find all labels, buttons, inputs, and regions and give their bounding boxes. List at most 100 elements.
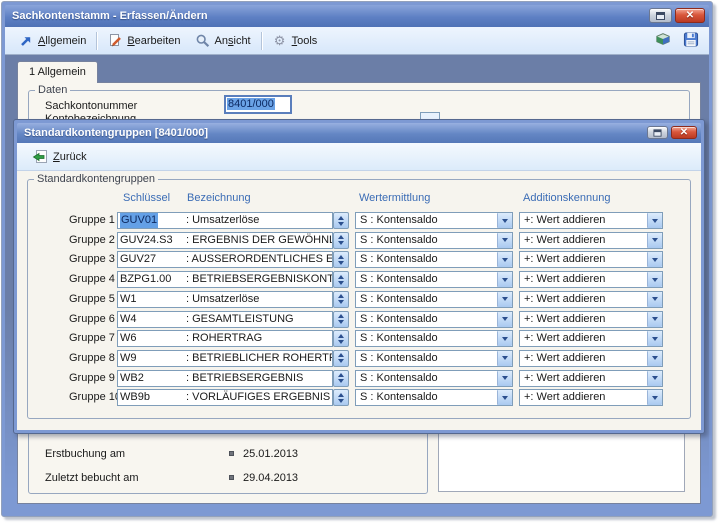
chevron-down-icon: [502, 238, 508, 242]
additionskennung-select[interactable]: +: Wert addieren: [519, 350, 663, 367]
dropdown-arrow-button[interactable]: [497, 351, 512, 366]
additionskennung-select[interactable]: +: Wert addieren: [519, 389, 663, 406]
schluessel-input[interactable]: W4: GESAMTLEISTUNG: [117, 311, 333, 328]
spinner-button[interactable]: [333, 232, 349, 249]
wertermittlung-select[interactable]: S : Kontensaldo: [355, 330, 513, 347]
dropdown-arrow-button[interactable]: [497, 233, 512, 248]
group-row: Gruppe 5W1: UmsatzerlöseS : Kontensaldo+…: [28, 291, 690, 308]
dropdown-arrow-button[interactable]: [647, 312, 662, 327]
dropdown-arrow-button[interactable]: [497, 252, 512, 267]
dropdown-arrow-button[interactable]: [497, 213, 512, 228]
additionskennung-select[interactable]: +: Wert addieren: [519, 311, 663, 328]
wertermittlung-value: S : Kontensaldo: [360, 252, 438, 267]
dropdown-arrow-button[interactable]: [647, 213, 662, 228]
dropdown-arrow-button[interactable]: [497, 312, 512, 327]
additionskennung-select[interactable]: +: Wert addieren: [519, 251, 663, 268]
dropdown-arrow-button[interactable]: [497, 371, 512, 386]
group-row-label: Gruppe 3: [69, 253, 115, 265]
tab-allgemein[interactable]: 1 Allgemein: [17, 61, 98, 83]
additionskennung-select[interactable]: +: Wert addieren: [519, 370, 663, 387]
dropdown-arrow-button[interactable]: [647, 252, 662, 267]
sachkontonummer-value: 8401/000: [227, 98, 275, 110]
wertermittlung-select[interactable]: S : Kontensaldo: [355, 271, 513, 288]
group-row-label: Gruppe 2: [69, 234, 115, 246]
spinner-button[interactable]: [333, 370, 349, 387]
schluessel-value: W6: [120, 331, 137, 346]
dropdown-arrow-button[interactable]: [497, 331, 512, 346]
dropdown-arrow-button[interactable]: [497, 390, 512, 405]
main-titlebar: Sachkontenstamm - Erfassen/Ändern ✕: [5, 5, 709, 27]
spinner-button[interactable]: [333, 330, 349, 347]
additionskennung-select[interactable]: +: Wert addieren: [519, 232, 663, 249]
spinner-button[interactable]: [333, 311, 349, 328]
maximize-button[interactable]: [649, 8, 672, 23]
chevron-down-icon: [652, 297, 658, 301]
dropdown-arrow-button[interactable]: [647, 390, 662, 405]
dropdown-arrow-button[interactable]: [647, 233, 662, 248]
schluessel-input[interactable]: GUV27 : AUSSERORDENTLICHES ERGEBNIS: [117, 251, 333, 268]
schluessel-value: WB2: [120, 371, 144, 386]
dropdown-arrow-button[interactable]: [647, 351, 662, 366]
help-book-icon[interactable]: [655, 31, 671, 47]
wertermittlung-select[interactable]: S : Kontensaldo: [355, 212, 513, 229]
menu-item-allgemein[interactable]: Allgemein: [11, 30, 93, 52]
chevron-down-icon: [652, 238, 658, 242]
chevron-down-icon: [652, 258, 658, 262]
spinner-button[interactable]: [333, 212, 349, 229]
menu-item-bearbeiten[interactable]: Bearbeiten: [100, 30, 187, 52]
menu-bar: Allgemein Bearbeiten Ansicht ⚙ Tools: [5, 27, 709, 55]
close-button[interactable]: ✕: [675, 8, 705, 23]
group-row-label: Gruppe 8: [69, 352, 115, 364]
magnifier-icon: [195, 33, 211, 49]
wertermittlung-select[interactable]: S : Kontensaldo: [355, 291, 513, 308]
chevron-down-icon: [652, 278, 658, 282]
additionskennung-select[interactable]: +: Wert addieren: [519, 271, 663, 288]
spinner-button[interactable]: [333, 350, 349, 367]
wertermittlung-select[interactable]: S : Kontensaldo: [355, 232, 513, 249]
dropdown-arrow-button[interactable]: [647, 292, 662, 307]
additionskennung-select[interactable]: +: Wert addieren: [519, 212, 663, 229]
schluessel-input[interactable]: W1: Umsatzerlöse: [117, 291, 333, 308]
spinner-down-icon: [338, 379, 344, 383]
wertermittlung-select[interactable]: S : Kontensaldo: [355, 350, 513, 367]
sachkontonummer-input[interactable]: 8401/000: [224, 95, 292, 114]
schluessel-input[interactable]: W9: BETRIEBLICHER ROHERTRAG: [117, 350, 333, 367]
schluessel-input[interactable]: GUV01: Umsatzerlöse: [117, 212, 333, 229]
bezeichnung-value: : AUSSERORDENTLICHES ERGEBNIS: [186, 252, 333, 267]
schluessel-input[interactable]: GUV24.S3: ERGEBNIS DER GEWÖHNLICHEN GES: [117, 232, 333, 249]
schluessel-input[interactable]: W6: ROHERTRAG: [117, 330, 333, 347]
dropdown-arrow-button[interactable]: [647, 272, 662, 287]
schluessel-value: GUV27: [120, 252, 156, 267]
wertermittlung-select[interactable]: S : Kontensaldo: [355, 389, 513, 406]
menu-item-tools[interactable]: ⚙ Tools: [265, 30, 325, 52]
spinner-button[interactable]: [333, 389, 349, 406]
window-title: Sachkontenstamm - Erfassen/Ändern: [12, 10, 208, 22]
zurueck-button[interactable]: Zurück: [26, 147, 93, 167]
chevron-down-icon: [502, 297, 508, 301]
wertermittlung-select[interactable]: S : Kontensaldo: [355, 311, 513, 328]
dropdown-arrow-button[interactable]: [647, 371, 662, 386]
dropdown-arrow-button[interactable]: [647, 331, 662, 346]
additionskennung-value: +: Wert addieren: [524, 252, 605, 267]
dialog-close-button[interactable]: ✕: [671, 126, 697, 139]
chevron-down-icon: [502, 258, 508, 262]
wertermittlung-select[interactable]: S : Kontensaldo: [355, 251, 513, 268]
chevron-down-icon: [652, 317, 658, 321]
schluessel-value: GUV01: [120, 213, 158, 228]
spinner-button[interactable]: [333, 251, 349, 268]
additionskennung-select[interactable]: +: Wert addieren: [519, 330, 663, 347]
dropdown-arrow-button[interactable]: [497, 292, 512, 307]
schluessel-input[interactable]: WB2: BETRIEBSERGEBNIS: [117, 370, 333, 387]
bullet-icon: [229, 475, 234, 480]
save-icon[interactable]: [683, 31, 699, 47]
schluessel-input[interactable]: BZPG1.00: BETRIEBSERGEBNISKONTO: [117, 271, 333, 288]
spinner-button[interactable]: [333, 271, 349, 288]
dropdown-arrow-button[interactable]: [497, 272, 512, 287]
wertermittlung-select[interactable]: S : Kontensaldo: [355, 370, 513, 387]
spinner-button[interactable]: [333, 291, 349, 308]
menu-item-ansicht[interactable]: Ansicht: [188, 30, 258, 52]
gears-icon: ⚙: [272, 33, 288, 49]
additionskennung-select[interactable]: +: Wert addieren: [519, 291, 663, 308]
schluessel-input[interactable]: WB9b: VORLÄUFIGES ERGEBNIS: [117, 389, 333, 406]
dialog-maximize-button[interactable]: [647, 126, 668, 139]
